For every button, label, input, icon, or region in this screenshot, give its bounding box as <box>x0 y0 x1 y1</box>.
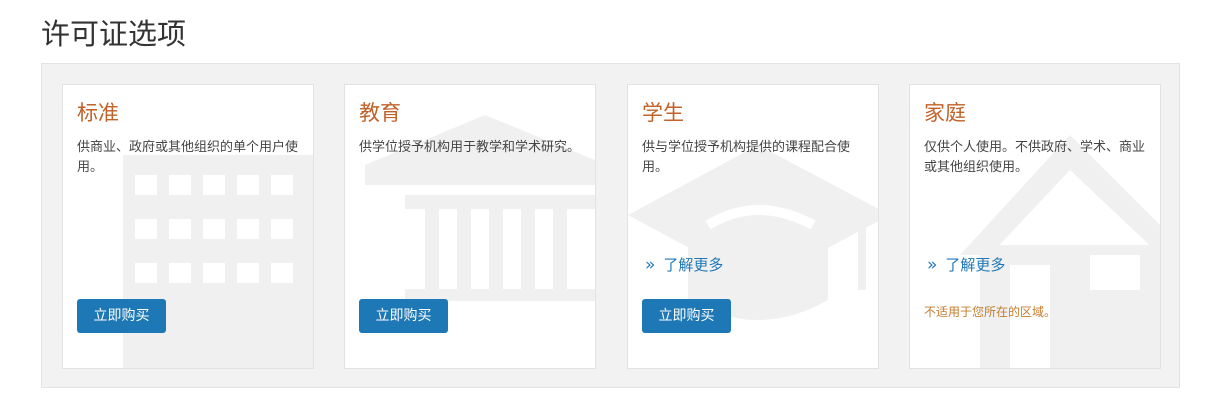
buy-now-button[interactable]: 立即购买 <box>77 299 166 333</box>
learn-more-link[interactable]: » 了解更多 <box>927 254 1005 275</box>
card-title: 家庭 <box>924 101 966 125</box>
card-title: 标准 <box>77 101 119 125</box>
card-description: 供商业、政府或其他组织的单个用户使用。 <box>77 140 299 175</box>
region-unavailable-notice: 不适用于您所在的区域。 <box>924 305 1057 319</box>
page-title: 许可证选项 <box>41 17 187 51</box>
license-card-standard: 标准 供商业、政府或其他组织的单个用户使用。 立即购买 <box>62 84 314 369</box>
chevron-right-icon: » <box>645 255 656 275</box>
learn-more-link[interactable]: » 了解更多 <box>645 254 723 275</box>
learn-more-label: 了解更多 <box>663 256 724 274</box>
license-card-student: » 了解更多 学生 供与学位授予机构提供的课程配合使用。 立即购买 <box>627 84 879 369</box>
card-title: 教育 <box>359 101 401 125</box>
card-description: 仅供个人使用。不供政府、学术、商业或其他组织使用。 <box>924 140 1146 175</box>
buy-now-button[interactable]: 立即购买 <box>642 299 731 333</box>
house-icon <box>960 135 1160 368</box>
license-card-education: 教育 供学位授予机构用于教学和学术研究。 立即购买 <box>344 84 596 369</box>
card-description: 供与学位授予机构提供的课程配合使用。 <box>642 140 851 175</box>
chevron-right-icon: » <box>927 255 938 275</box>
card-title: 学生 <box>642 101 684 125</box>
card-description: 供学位授予机构用于教学和学术研究。 <box>359 140 581 155</box>
license-card-home: 家庭 仅供个人使用。不供政府、学术、商业或其他组织使用。 » 了解更多 不适用于您… <box>909 84 1161 369</box>
license-options-panel: 标准 供商业、政府或其他组织的单个用户使用。 立即购买 教育 供学位授予机构用于… <box>41 63 1180 388</box>
learn-more-label: 了解更多 <box>945 256 1006 274</box>
buy-now-button[interactable]: 立即购买 <box>359 299 448 333</box>
